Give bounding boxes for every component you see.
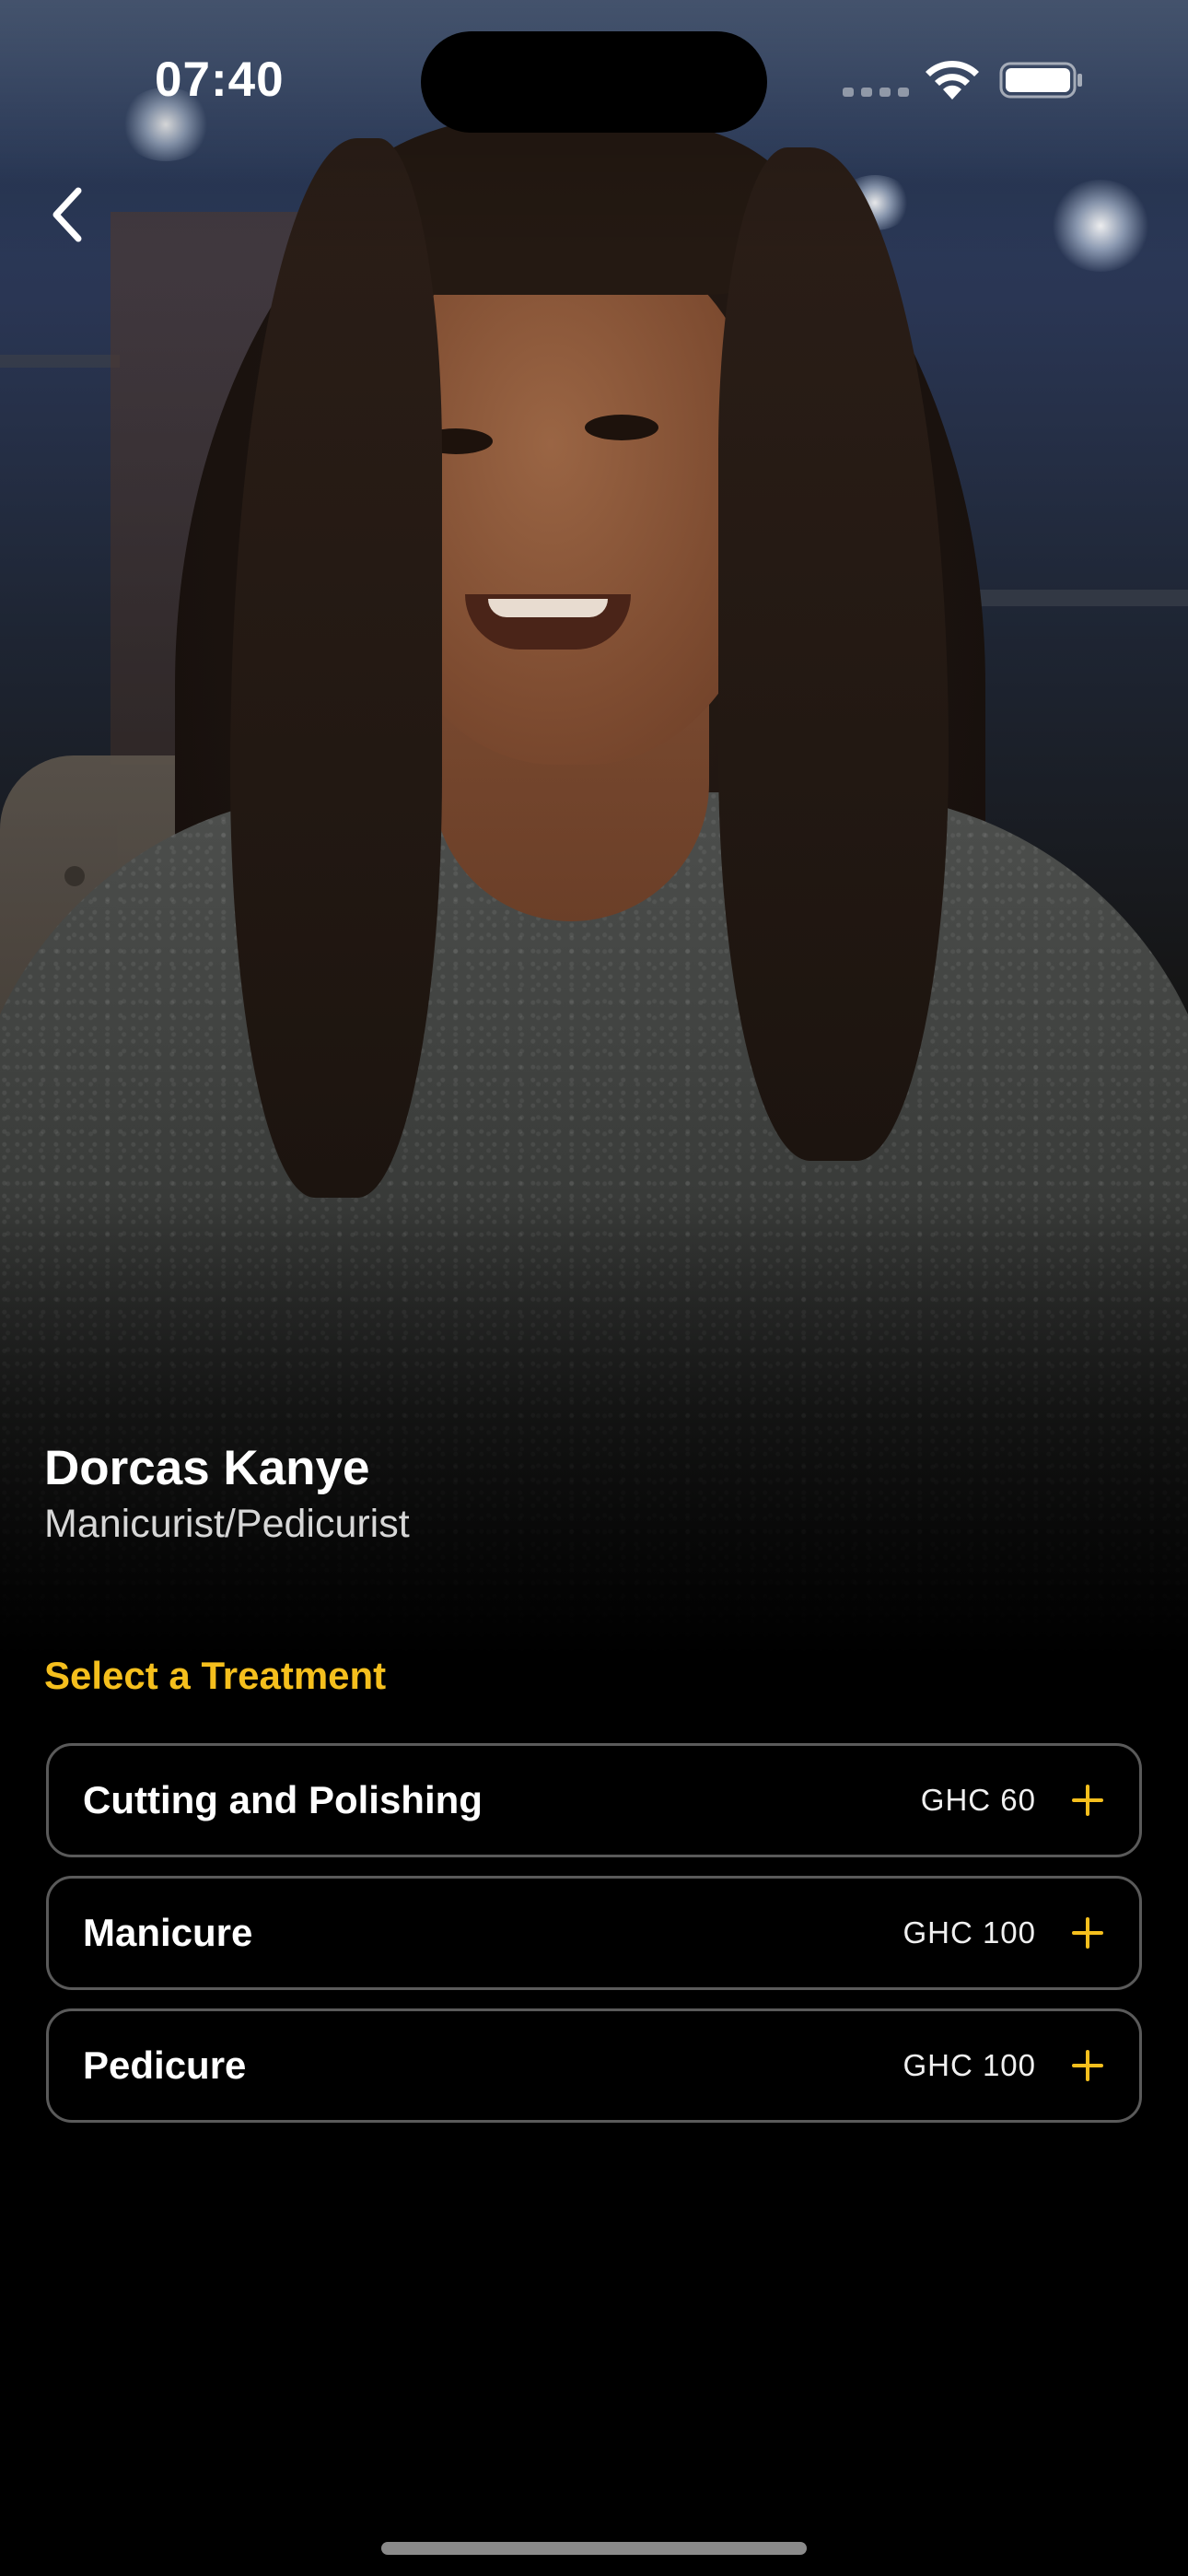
- section-title: Select a Treatment: [44, 1654, 387, 1697]
- treatment-price: GHC 60: [920, 1783, 1036, 1817]
- treatment-item-manicure[interactable]: Manicure GHC 100: [46, 1876, 1142, 1990]
- person-eye: [585, 415, 658, 440]
- plus-icon[interactable]: [1069, 1782, 1106, 1819]
- treatment-item-cutting-and-polishing[interactable]: Cutting and Polishing GHC 60: [46, 1743, 1142, 1857]
- cellular-signal-icon: [843, 88, 909, 97]
- person-hair-left: [230, 138, 442, 1198]
- profile-role: Manicurist/Pedicurist: [44, 1502, 410, 1546]
- home-indicator[interactable]: [381, 2542, 807, 2555]
- chevron-left-icon: [52, 187, 82, 242]
- treatment-price: GHC 100: [903, 2048, 1036, 2082]
- photo-bottom-fade: [0, 1198, 1188, 1658]
- treatment-name: Cutting and Polishing: [83, 1778, 483, 1821]
- person-teeth: [488, 599, 608, 617]
- profile-name: Dorcas Kanye: [44, 1441, 370, 1495]
- treatment-name: Manicure: [83, 1911, 253, 1954]
- back-button[interactable]: [26, 173, 109, 256]
- treatment-price: GHC 100: [903, 1915, 1036, 1950]
- wifi-icon: [923, 59, 982, 106]
- status-time: 07:40: [155, 53, 285, 107]
- treatment-item-pedicure[interactable]: Pedicure GHC 100: [46, 2008, 1142, 2123]
- person-hair-right: [718, 147, 949, 1161]
- battery-icon: [999, 62, 1084, 103]
- dynamic-island: [421, 31, 767, 133]
- treatment-name: Pedicure: [83, 2043, 247, 2087]
- plus-icon[interactable]: [1069, 2047, 1106, 2084]
- plus-icon[interactable]: [1069, 1914, 1106, 1951]
- treatment-list: Cutting and Polishing GHC 60 Manicure GH…: [46, 1743, 1142, 2141]
- profile-photo: [0, 0, 1188, 1658]
